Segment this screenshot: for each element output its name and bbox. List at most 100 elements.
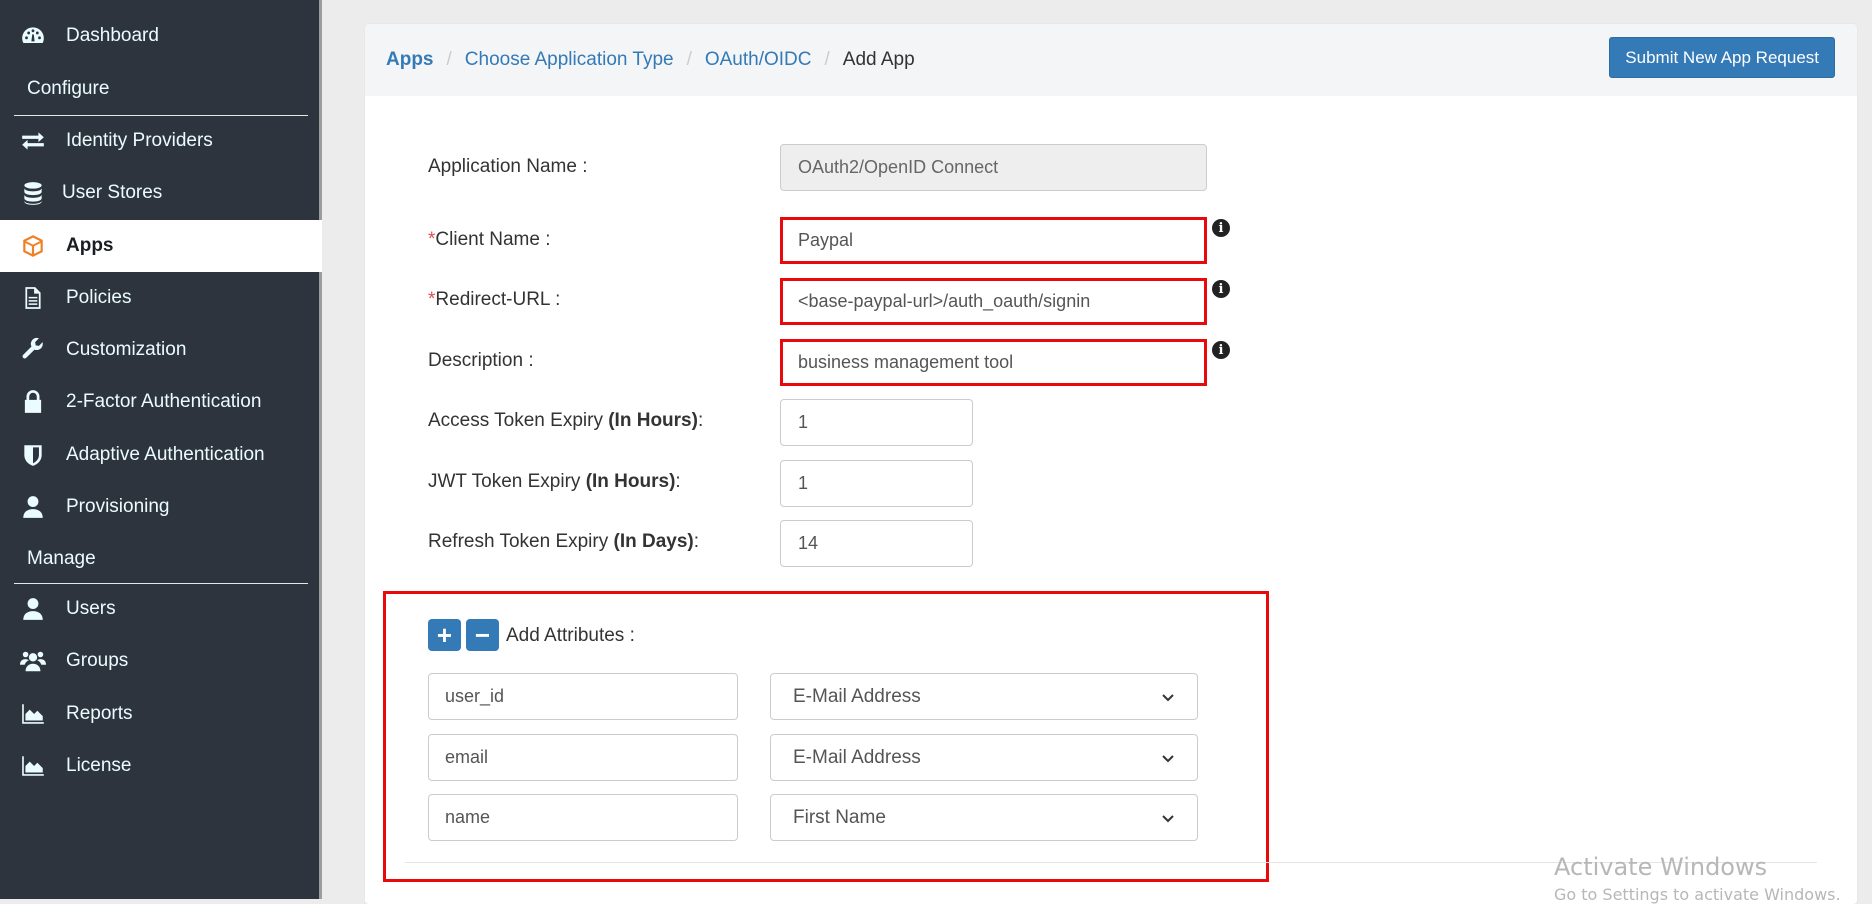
application-name-label: Application Name :	[428, 156, 588, 177]
sidebar-item-dashboard[interactable]: Dashboard	[0, 10, 322, 62]
sidebar-item-customization[interactable]: Customization	[0, 324, 322, 376]
users-icon	[18, 646, 48, 676]
info-icon[interactable]: i	[1212, 341, 1230, 359]
label-text: JWT Token Expiry	[428, 471, 586, 492]
sidebar-item-policies[interactable]: Policies	[0, 272, 322, 324]
add-attribute-button[interactable]: +	[428, 619, 461, 651]
redirect-url-label-text: Redirect-URL :	[435, 289, 561, 310]
description-input[interactable]: business management tool	[780, 339, 1207, 386]
unit-text: (In Hours)	[585, 471, 676, 492]
sidebar-item-2fa[interactable]: 2-Factor Authentication	[0, 376, 322, 428]
remove-attribute-button[interactable]: −	[466, 619, 499, 651]
breadcrumb-apps[interactable]: Apps	[386, 49, 434, 71]
client-name-label-text: Client Name :	[435, 229, 551, 250]
add-app-panel: Apps / Choose Application Type / OAuth/O…	[365, 24, 1857, 904]
sidebar-item-label: Policies	[66, 287, 132, 308]
wrench-icon	[18, 335, 48, 365]
attribute-name-input[interactable]: name	[428, 794, 738, 841]
attribute-name-input[interactable]: email	[428, 734, 738, 781]
attribute-mapping-select[interactable]: E-Mail Address	[770, 673, 1198, 720]
dashboard-icon	[18, 21, 48, 51]
access-token-expiry-input[interactable]: 1	[780, 399, 973, 446]
unit-text: (In Hours)	[608, 410, 698, 431]
chevron-down-icon	[1162, 693, 1174, 701]
sidebar-item-adaptive-auth[interactable]: Adaptive Authentication	[0, 429, 322, 481]
sidebar-item-groups[interactable]: Groups	[0, 635, 322, 687]
sidebar-item-label: User Stores	[62, 182, 163, 203]
section-manage: Manage	[27, 548, 96, 569]
label-suffix: :	[675, 471, 681, 492]
sidebar-item-label: Apps	[66, 235, 114, 256]
client-name-input[interactable]: Paypal	[780, 217, 1207, 264]
sidebar-item-label: Identity Providers	[66, 130, 213, 151]
label-suffix: :	[693, 531, 700, 552]
attribute-mapping-select[interactable]: E-Mail Address	[770, 734, 1198, 781]
access-token-expiry-label: Access Token Expiry (In Hours):	[428, 410, 703, 432]
activate-windows-watermark: Activate Windows	[1554, 853, 1768, 881]
jwt-token-expiry-label: JWT Token Expiry (In Hours):	[428, 471, 681, 493]
sidebar-item-label: Users	[66, 598, 116, 619]
redirect-url-label: *Redirect-URL :	[428, 289, 560, 311]
exchange-icon	[18, 126, 48, 156]
sidebar-item-label: Dashboard	[66, 25, 159, 46]
file-text-icon	[18, 283, 48, 313]
attribute-mapping-select[interactable]: First Name	[770, 794, 1198, 841]
label-text: Access Token Expiry	[428, 410, 609, 431]
sidebar: Dashboard Configure Identity Providers U…	[0, 0, 322, 899]
user-icon	[18, 594, 48, 624]
client-name-label: *Client Name :	[428, 229, 551, 251]
sidebar-item-reports[interactable]: Reports	[0, 688, 322, 740]
breadcrumb-separator: /	[824, 49, 830, 70]
cube-icon	[18, 231, 48, 261]
panel-header: Apps / Choose Application Type / OAuth/O…	[365, 24, 1857, 96]
chevron-down-icon	[1162, 754, 1174, 762]
sidebar-item-user-stores[interactable]: User Stores	[0, 167, 322, 219]
redirect-url-input[interactable]: <base-paypal-url>/auth_oauth/signin	[780, 278, 1207, 325]
sidebar-item-label: Groups	[66, 650, 129, 671]
sidebar-item-apps[interactable]: Apps	[0, 220, 322, 272]
info-icon[interactable]: i	[1212, 280, 1230, 298]
breadcrumb-oauth-oidc[interactable]: OAuth/OIDC	[705, 49, 812, 71]
database-icon	[18, 178, 48, 208]
sidebar-item-provisioning[interactable]: Provisioning	[0, 481, 322, 533]
refresh-token-expiry-label: Refresh Token Expiry (In Days):	[428, 531, 699, 553]
sidebar-item-label: Customization	[66, 339, 187, 360]
breadcrumb-separator: /	[446, 49, 452, 70]
sidebar-item-identity-providers[interactable]: Identity Providers	[0, 115, 322, 167]
refresh-token-expiry-input[interactable]: 14	[780, 520, 973, 567]
sidebar-item-label: Adaptive Authentication	[66, 444, 265, 465]
shield-icon	[18, 440, 48, 470]
selected-value: First Name	[793, 806, 886, 828]
info-icon[interactable]: i	[1212, 219, 1230, 237]
user-icon	[18, 492, 48, 522]
breadcrumb-choose-application-type[interactable]: Choose Application Type	[465, 49, 674, 71]
sidebar-item-users[interactable]: Users	[0, 583, 322, 635]
application-name-field: OAuth2/OpenID Connect	[780, 144, 1207, 191]
chevron-down-icon	[1162, 814, 1174, 822]
attributes-section: + − Add Attributes : user_id E-Mail Addr…	[383, 591, 1269, 882]
area-chart-icon	[18, 699, 48, 729]
description-label: Description :	[428, 350, 534, 371]
plus-icon: +	[436, 620, 453, 650]
area-chart-icon	[18, 751, 48, 781]
sidebar-item-label: Reports	[66, 703, 133, 724]
activate-windows-subtitle: Go to Settings to activate Windows.	[1554, 885, 1841, 904]
submit-new-app-request-button[interactable]: Submit New App Request	[1609, 37, 1835, 78]
attribute-name-input[interactable]: user_id	[428, 673, 738, 720]
sidebar-item-license[interactable]: License	[0, 740, 322, 792]
sidebar-item-label: License	[66, 755, 132, 776]
selected-value: E-Mail Address	[793, 746, 921, 768]
sidebar-item-label: 2-Factor Authentication	[66, 391, 262, 412]
lock-icon	[18, 387, 48, 417]
breadcrumb: Apps / Choose Application Type / OAuth/O…	[386, 49, 915, 71]
minus-icon: −	[474, 620, 491, 650]
add-attributes-label: Add Attributes :	[506, 625, 635, 646]
label-text: Refresh Token Expiry	[428, 531, 614, 552]
label-suffix: :	[697, 410, 704, 431]
unit-text: (In Days)	[613, 531, 694, 552]
jwt-token-expiry-input[interactable]: 1	[780, 460, 973, 507]
section-configure: Configure	[27, 78, 110, 99]
breadcrumb-current: Add App	[842, 49, 915, 70]
breadcrumb-separator: /	[686, 49, 692, 70]
selected-value: E-Mail Address	[793, 685, 921, 707]
